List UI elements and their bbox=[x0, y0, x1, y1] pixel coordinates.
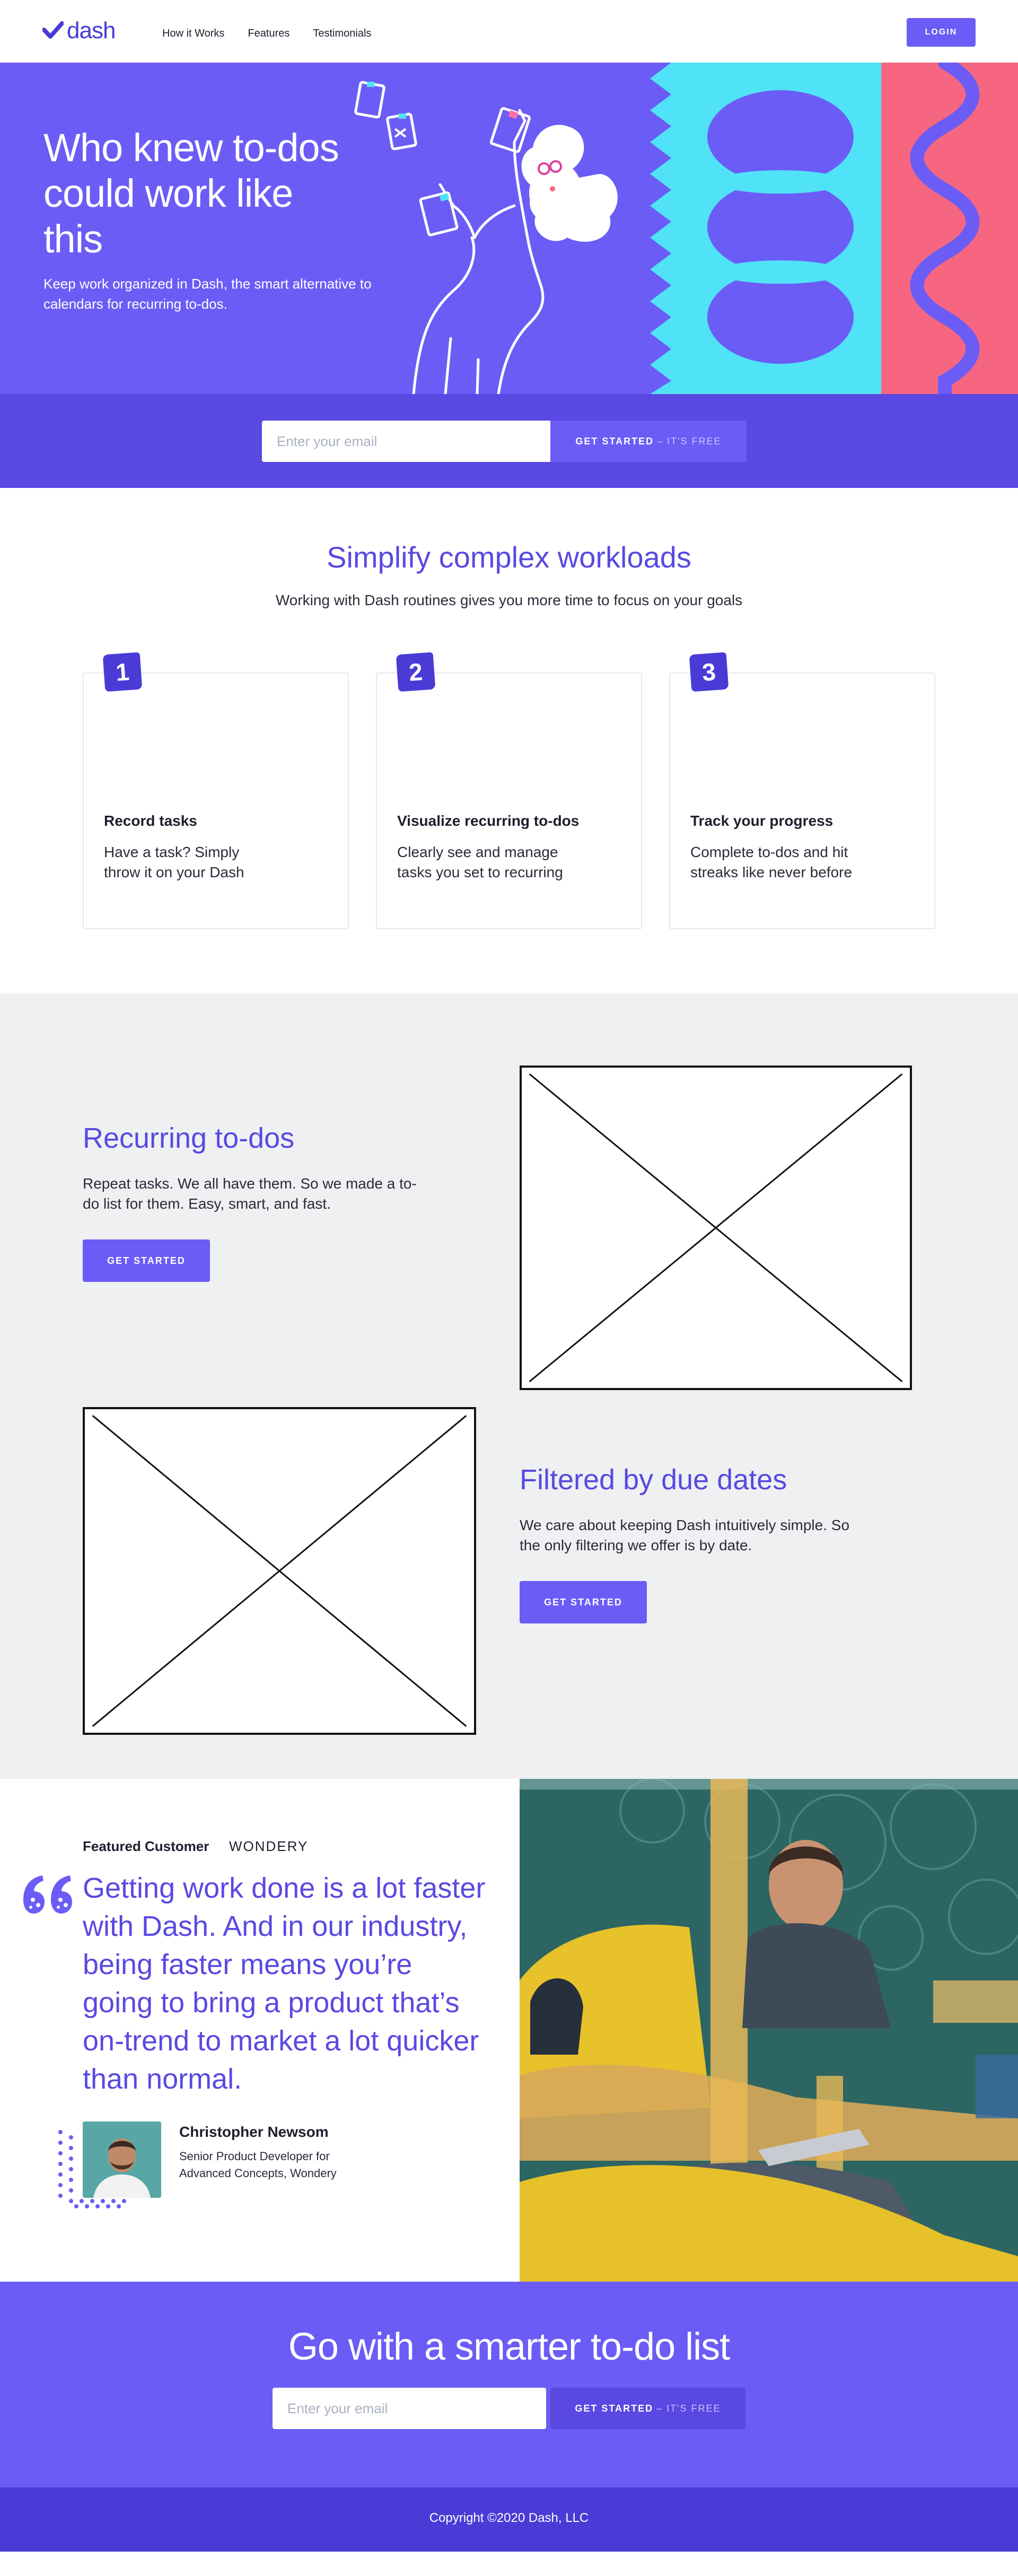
copyright-text: Copyright ©2020 Dash, LLC bbox=[429, 2511, 589, 2525]
free-label: – IT'S FREE bbox=[657, 435, 722, 447]
footer: Copyright ©2020 Dash, LLC bbox=[0, 2487, 1018, 2552]
office-photo-illustration bbox=[520, 1779, 1018, 2282]
nav-link-features[interactable]: Features bbox=[248, 28, 289, 40]
person-role: Senior Product Developer for Advanced Co… bbox=[179, 2150, 337, 2180]
feature-card-text: Clearly see and manage tasks you set to … bbox=[397, 844, 563, 880]
filtered-title: Filtered by due dates bbox=[520, 1464, 787, 1496]
signup-bar: GET STARTED – IT'S FREE bbox=[0, 394, 1018, 488]
image-placeholder bbox=[83, 1407, 476, 1735]
step-number-badge: 1 bbox=[102, 652, 143, 692]
filtered-text: We care about keeping Dash intuitively s… bbox=[520, 1517, 850, 1553]
testimonial-section: Featured Customer WONDERY Getting work d… bbox=[0, 1779, 1018, 2282]
features-section: Simplify complex workloads Working with … bbox=[0, 488, 1018, 993]
cta-title: Go with a smarter to-do list bbox=[288, 2326, 730, 2368]
cta-email-input[interactable] bbox=[273, 2388, 546, 2429]
email-input[interactable] bbox=[262, 421, 550, 462]
free-label: – IT'S FREE bbox=[656, 2403, 721, 2414]
filtered-get-started-button[interactable]: GET STARTED bbox=[520, 1581, 647, 1623]
circles-illustration bbox=[650, 63, 854, 394]
image-placeholder bbox=[520, 1066, 912, 1390]
office-photo bbox=[520, 1779, 1018, 2282]
features-title: Simplify complex workloads bbox=[327, 540, 691, 574]
login-button[interactable]: LOGIN bbox=[907, 18, 976, 47]
feature-card-visualize: 2 Visualize recurring to-dos Clearly see… bbox=[376, 652, 642, 929]
feature-card-text: Complete to-dos and hit streaks like nev… bbox=[690, 844, 853, 880]
person-name: Christopher Newsom bbox=[179, 2124, 329, 2140]
get-started-label: GET STARTED bbox=[575, 435, 654, 447]
quote-icon bbox=[23, 1875, 72, 1914]
step-number-badge: 3 bbox=[689, 652, 729, 692]
cta-get-started-button[interactable]: GET STARTED – IT'S FREE bbox=[550, 2388, 745, 2429]
nav-link-testimonials[interactable]: Testimonials bbox=[313, 28, 371, 40]
woman-with-notes-illustration bbox=[354, 81, 618, 394]
person-portrait bbox=[83, 2121, 161, 2198]
recurring-text: Repeat tasks. We all have them. So we ma… bbox=[83, 1175, 417, 1212]
wave-illustration bbox=[910, 63, 980, 394]
feature-card-title: Record tasks bbox=[104, 813, 197, 829]
feature-card-title: Track your progress bbox=[690, 813, 833, 829]
get-started-button[interactable]: GET STARTED – IT'S FREE bbox=[550, 421, 747, 462]
feature-card-track-progress: 3 Track your progress Complete to-dos an… bbox=[669, 652, 935, 929]
feature-details-section: Recurring to-dos Repeat tasks. We all ha… bbox=[0, 993, 1018, 1779]
hero-title: Who knew to-dos could work like this bbox=[43, 126, 339, 261]
feature-card-record-tasks: 1 Record tasks Have a task? Simply throw… bbox=[83, 652, 349, 929]
nav-links: How it Works Features Testimonials bbox=[162, 28, 394, 40]
dash-logo[interactable]: dash bbox=[42, 18, 116, 43]
feature-card-title: Visualize recurring to-dos bbox=[397, 813, 580, 829]
testimonial-quote: Getting work done is a lot faster with D… bbox=[83, 1872, 486, 2095]
hero-subtitle: Keep work organized in Dash, the smart a… bbox=[43, 276, 372, 312]
logo-text: dash bbox=[67, 18, 116, 43]
nav-link-how-it-works[interactable]: How it Works bbox=[162, 28, 224, 40]
pink-decor-panel bbox=[881, 63, 1018, 394]
get-started-label: GET STARTED bbox=[575, 2403, 654, 2414]
hero-section: Who knew to-dos could work like this Kee… bbox=[0, 63, 1018, 394]
recurring-get-started-button[interactable]: GET STARTED bbox=[83, 1239, 210, 1282]
checkmark-logo-icon bbox=[42, 21, 64, 39]
placeholder-cross-icon bbox=[85, 1409, 474, 1733]
features-lead: Working with Dash routines gives you mor… bbox=[275, 592, 743, 608]
cyan-decor-panel bbox=[650, 63, 881, 394]
top-navigation: dash How it Works Features Testimonials … bbox=[0, 0, 1018, 63]
placeholder-cross-icon bbox=[522, 1068, 910, 1388]
featured-customer-label: Featured Customer bbox=[83, 1838, 209, 1854]
customer-brand: WONDERY bbox=[229, 1838, 309, 1854]
recurring-title: Recurring to-dos bbox=[83, 1122, 295, 1154]
bottom-cta-section: Go with a smarter to-do list GET STARTED… bbox=[0, 2282, 1018, 2487]
step-number-badge: 2 bbox=[396, 652, 436, 692]
feature-card-text: Have a task? Simply throw it on your Das… bbox=[104, 844, 244, 880]
avatar bbox=[83, 2121, 161, 2198]
